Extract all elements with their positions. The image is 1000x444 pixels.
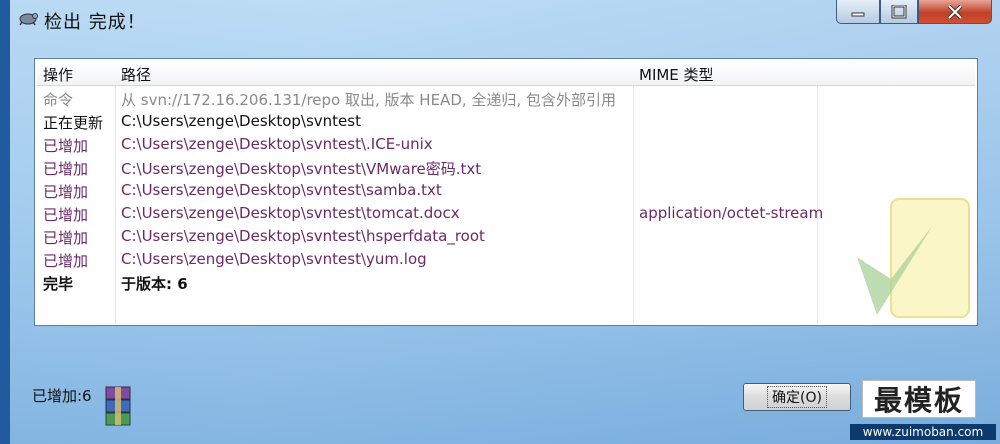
row-path: C:\Users\zenge\Desktop\svntest\yum.log <box>121 250 427 268</box>
row-action: 已增加 <box>43 183 89 201</box>
row-action: 已增加 <box>43 206 89 224</box>
close-button[interactable] <box>918 0 992 24</box>
row-path: C:\Users\zenge\Desktop\svntest\VMware密码.… <box>121 160 482 178</box>
desktop-background <box>0 0 10 444</box>
row-path: 于版本: 6 <box>121 275 188 293</box>
tortoisesvn-icon <box>19 13 38 26</box>
window-title: 检出 完成！ <box>44 12 146 33</box>
row-path: C:\Users\zenge\Desktop\svntest <box>121 112 361 130</box>
row-path: C:\Users\zenge\Desktop\svntest\hsperfdat… <box>121 227 485 245</box>
list-row[interactable]: 已增加 C:\Users\zenge\Desktop\svntest\.ICE-… <box>37 133 975 156</box>
row-mime: application/octet-stream <box>639 204 824 222</box>
row-action: 命令 <box>43 91 74 109</box>
watermark-logo: 最模板 <box>862 380 976 418</box>
minimize-icon <box>851 12 865 16</box>
list-row[interactable]: 已增加 C:\Users\zenge\Desktop\svntest\hsper… <box>37 225 975 248</box>
row-path: C:\Users\zenge\Desktop\svntest\tomcat.do… <box>121 204 460 222</box>
list-row[interactable]: 正在更新 C:\Users\zenge\Desktop\svntest <box>37 110 975 133</box>
list-row[interactable]: 已增加 C:\Users\zenge\Desktop\svntest\yum.l… <box>37 248 975 271</box>
maximize-icon <box>891 4 907 18</box>
checkout-dialog: 检出 完成！ 操作 路径 MIME 类型 命令 从 svn://172.16.2… <box>10 0 1000 444</box>
list-header: 操作 路径 MIME 类型 <box>37 61 975 86</box>
row-action: 已增加 <box>43 160 89 178</box>
title-bar[interactable]: 检出 完成！ <box>10 0 1000 38</box>
status-summary: 已增加:6 <box>32 387 92 405</box>
row-action: 已增加 <box>43 137 89 155</box>
results-panel: 操作 路径 MIME 类型 命令 从 svn://172.16.206.131/… <box>34 58 978 326</box>
list-row[interactable]: 完毕 于版本: 6 <box>37 271 975 294</box>
row-action: 完毕 <box>43 275 74 293</box>
watermark-url: www.zuimoban.com <box>850 424 996 440</box>
row-action: 已增加 <box>43 252 89 270</box>
row-action: 已增加 <box>43 229 89 247</box>
ok-button-label: 确定(O) <box>767 386 827 408</box>
row-path: C:\Users\zenge\Desktop\svntest\samba.txt <box>121 181 442 199</box>
list-row[interactable]: 已增加 C:\Users\zenge\Desktop\svntest\tomca… <box>37 202 975 225</box>
row-action: 正在更新 <box>43 114 104 132</box>
results-list[interactable]: 操作 路径 MIME 类型 命令 从 svn://172.16.206.131/… <box>37 61 975 323</box>
maximize-button[interactable] <box>880 0 918 24</box>
header-mime-type[interactable]: MIME 类型 <box>639 64 714 85</box>
ok-button[interactable]: 确定(O) <box>743 383 851 411</box>
list-row[interactable]: 命令 从 svn://172.16.206.131/repo 取出, 版本 HE… <box>37 87 975 110</box>
row-path: 从 svn://172.16.206.131/repo 取出, 版本 HEAD,… <box>121 91 616 109</box>
list-row[interactable]: 已增加 C:\Users\zenge\Desktop\svntest\VMwar… <box>37 156 975 179</box>
close-icon <box>947 4 963 19</box>
row-path: C:\Users\zenge\Desktop\svntest\.ICE-unix <box>121 135 433 153</box>
header-path[interactable]: 路径 <box>121 64 151 85</box>
checkmark-watermark-icon <box>857 198 970 318</box>
archive-icon <box>105 386 131 426</box>
header-action[interactable]: 操作 <box>43 64 73 85</box>
list-row[interactable]: 已增加 C:\Users\zenge\Desktop\svntest\samba… <box>37 179 975 202</box>
minimize-button[interactable] <box>836 0 880 24</box>
